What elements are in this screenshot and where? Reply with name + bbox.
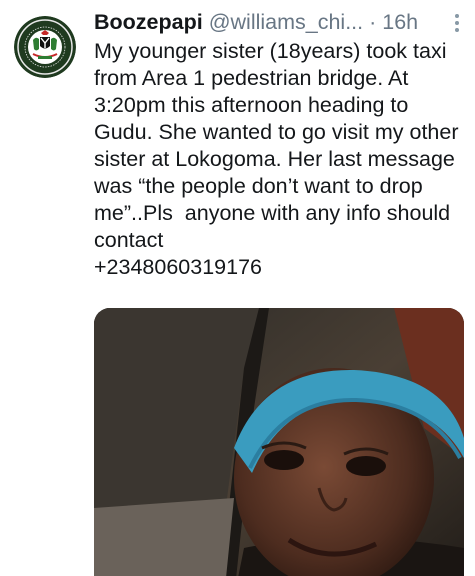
avatar[interactable] xyxy=(14,16,76,78)
tweet-photo[interactable] xyxy=(94,308,464,576)
phone-number[interactable]: +2348060319176 xyxy=(94,254,466,281)
coat-of-arms-icon xyxy=(14,16,76,78)
tweet-text: My younger sister (18years) took taxi fr… xyxy=(94,38,466,281)
tweet[interactable]: Boozepapi @williams_chi... · 16h My youn… xyxy=(0,0,475,576)
tweet-body: My younger sister (18years) took taxi fr… xyxy=(94,39,465,252)
tweet-header: Boozepapi @williams_chi... · 16h xyxy=(94,6,443,38)
user-handle[interactable]: @williams_chi... xyxy=(209,10,363,34)
display-name[interactable]: Boozepapi xyxy=(94,10,203,34)
more-vertical-icon xyxy=(455,14,459,32)
portrait-photo xyxy=(94,308,464,576)
header-separator: · xyxy=(369,10,377,34)
more-options-button[interactable] xyxy=(451,12,463,34)
timestamp[interactable]: 16h xyxy=(382,10,418,34)
